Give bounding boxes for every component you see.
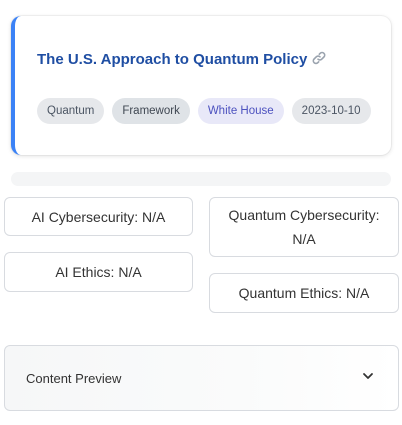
content-preview-label: Content Preview [26,370,122,386]
content-preview-expander[interactable]: Content Preview [4,345,399,411]
page: The U.S. Approach to Quantum Policy Quan… [0,0,402,425]
tag-white-house: White House [197,98,284,124]
document-title-text[interactable]: The U.S. Approach to Quantum Policy [37,51,307,68]
quantum-ethics-metric: Quantum Ethics: N/A [209,273,399,313]
divider-bar [11,172,391,186]
document-title[interactable]: The U.S. Approach to Quantum Policy [37,50,327,70]
tag-quantum: Quantum [37,98,105,124]
quantum-cybersecurity-metric: Quantum Cybersecurity: N/A [209,197,399,257]
document-card: The U.S. Approach to Quantum Policy Quan… [11,16,391,155]
ai-ethics-metric: AI Ethics: N/A [4,252,193,292]
tag-framework: Framework [112,98,190,124]
tag-list: Quantum Framework White House 2023-10-10 [37,98,371,124]
ai-cybersecurity-metric: AI Cybersecurity: N/A [4,197,193,236]
chevron-down-icon[interactable] [362,369,374,387]
link-icon[interactable] [311,50,327,70]
tag-date: 2023-10-10 [291,98,371,124]
